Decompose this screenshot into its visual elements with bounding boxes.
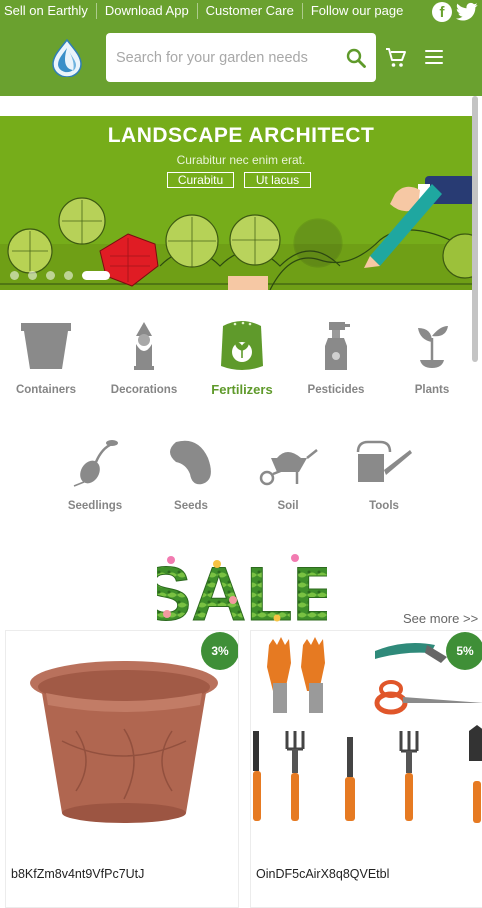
plastic-pot-image <box>30 661 218 823</box>
search-box <box>106 33 376 82</box>
wheelbarrow-icon <box>259 449 318 486</box>
discount-badge: 3% <box>201 632 238 670</box>
category-pesticides[interactable]: Pesticides <box>302 320 370 396</box>
seedling-icon <box>73 440 118 487</box>
fertilizer-bag-icon <box>221 321 263 370</box>
hero-banner[interactable]: LANDSCAPE ARCHITECT Curabitur nec enim e… <box>0 116 472 290</box>
header: Sell on Earthly Download App Customer Ca… <box>0 0 482 96</box>
twitter-icon[interactable] <box>456 2 478 22</box>
header-spacer <box>0 96 482 116</box>
category-containers[interactable]: Containers <box>12 320 80 396</box>
category-label: Seedlings <box>67 500 123 512</box>
watering-can-icon <box>356 440 412 482</box>
product-card[interactable]: 3% b8KfZm8v4nt9VfPc7UtJ <box>5 630 239 908</box>
top-bar: Sell on Earthly Download App Customer Ca… <box>0 0 482 22</box>
follow-label: Follow our page <box>310 3 404 18</box>
category-label: Containers <box>15 384 77 396</box>
sprout-icon <box>418 326 448 368</box>
category-label: Seeds <box>174 500 208 512</box>
seed-icon <box>170 440 211 485</box>
product-name[interactable]: OinDF5cAirX8q8QVEtbl <box>256 867 389 881</box>
banner-button-secondary[interactable]: Ut lacus <box>244 172 311 188</box>
sale-graphic: SALE <box>157 552 327 627</box>
download-app-link[interactable]: Download App <box>97 3 198 19</box>
discount-badge: 5% <box>446 632 482 670</box>
carousel-dot-active[interactable] <box>82 271 110 280</box>
category-label: Plants <box>414 384 450 396</box>
category-label: Pesticides <box>307 384 365 396</box>
carousel-dot[interactable] <box>46 271 55 280</box>
category-seeds[interactable]: Seeds <box>160 436 222 512</box>
customer-care-link[interactable]: Customer Care <box>198 3 303 19</box>
garden-tool-set-image <box>253 637 482 823</box>
category-label: Decorations <box>110 384 178 396</box>
category-label: Soil <box>277 500 299 512</box>
carousel-dot[interactable] <box>10 271 19 280</box>
banner-subtitle: Curabitur nec enim erat. <box>176 153 306 167</box>
gnome-icon <box>134 322 154 370</box>
banner-button-primary[interactable]: Curabitu <box>167 172 234 188</box>
category-label: Tools <box>369 500 399 512</box>
category-fertilizers[interactable]: Fertilizers <box>204 318 280 397</box>
carousel-dots <box>10 271 110 280</box>
category-tools[interactable]: Tools <box>354 436 414 512</box>
cart-icon[interactable] <box>385 47 407 69</box>
search-icon[interactable] <box>346 48 366 68</box>
social-links: f <box>432 2 478 22</box>
category-plants[interactable]: Plants <box>402 320 462 396</box>
logo-drop-icon[interactable] <box>50 39 84 77</box>
page: Sell on Earthly Download App Customer Ca… <box>0 0 482 908</box>
category-soil[interactable]: Soil <box>256 436 320 512</box>
search-input[interactable] <box>116 33 336 82</box>
carousel-dot[interactable] <box>64 271 73 280</box>
pot-icon <box>21 323 71 369</box>
product-name[interactable]: b8KfZm8v4nt9VfPc7UtJ <box>11 867 144 881</box>
menu-icon[interactable] <box>425 50 443 66</box>
sell-link[interactable]: Sell on Earthly <box>0 3 97 19</box>
carousel-dot[interactable] <box>28 271 37 280</box>
spray-bottle-icon <box>325 322 350 370</box>
facebook-icon[interactable]: f <box>432 2 452 22</box>
banner-title: LANDSCAPE ARCHITECT <box>107 124 375 147</box>
see-more-link[interactable]: See more >> <box>403 611 478 626</box>
category-decorations[interactable]: Decorations <box>106 320 182 396</box>
product-card[interactable]: 5% OinDF5cAirX8q8QVEtbl <box>250 630 482 908</box>
scrollbar[interactable] <box>472 96 478 362</box>
category-seedlings[interactable]: Seedlings <box>62 436 128 512</box>
sale-title: SALE <box>157 552 327 626</box>
category-label: Fertilizers <box>211 382 273 397</box>
